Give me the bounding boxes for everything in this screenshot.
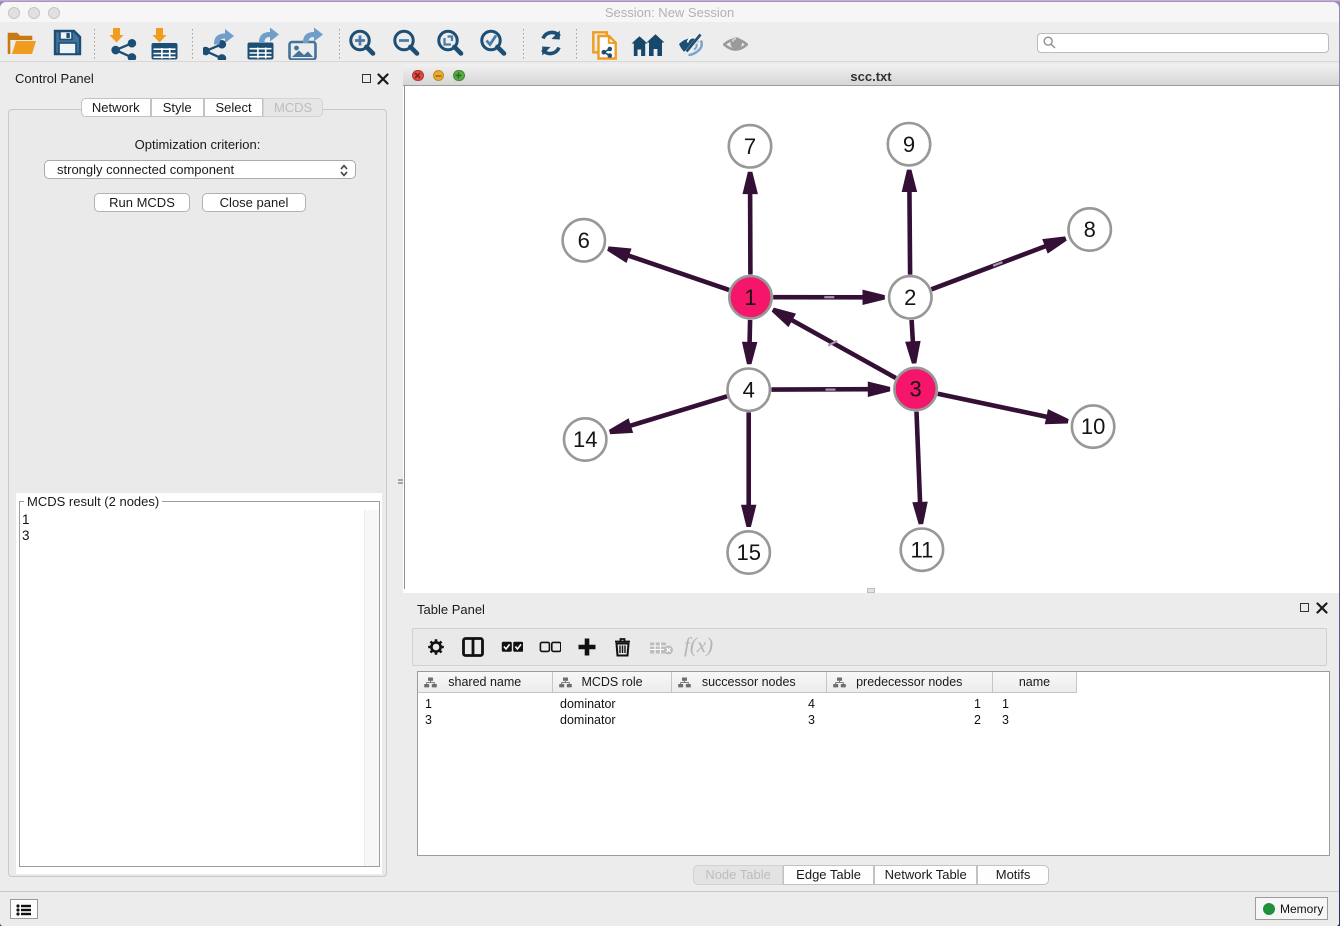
svg-text:7: 7 [744,134,756,159]
svg-text:14: 14 [573,427,597,452]
svg-text:10: 10 [1081,414,1105,439]
svg-text:6: 6 [578,228,590,253]
svg-text:4: 4 [743,377,755,402]
svg-text:15: 15 [736,540,760,565]
svg-text:11: 11 [910,537,933,562]
svg-text:2: 2 [904,285,916,310]
svg-text:1: 1 [744,285,756,310]
svg-text:9: 9 [903,132,915,157]
svg-text:8: 8 [1084,217,1096,242]
svg-text:3: 3 [909,377,921,402]
